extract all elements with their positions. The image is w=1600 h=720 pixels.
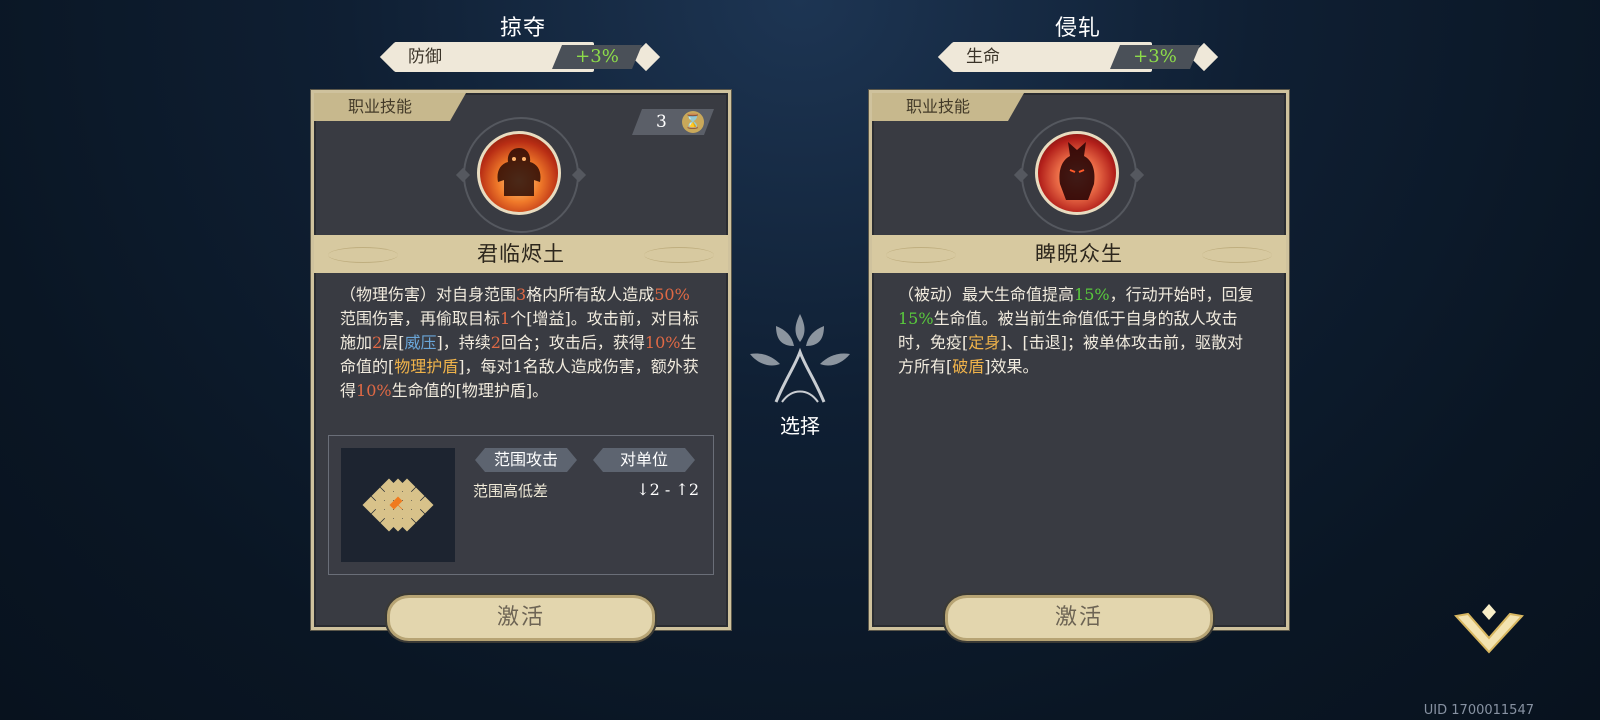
cooldown-value: 3 [656, 112, 667, 132]
right-activate-button[interactable]: 激活 [945, 595, 1213, 641]
left-stat-bar: 防御 +3% [379, 42, 661, 72]
left-desc-fragment: 2 [372, 333, 383, 352]
range-grid [341, 448, 455, 562]
tree-emblem-icon [750, 314, 850, 403]
choose-label: 选择 [780, 414, 820, 438]
left-desc-fragment: 10% [644, 333, 681, 352]
right-desc-fragment: 破盾 [952, 357, 985, 376]
left-skill-portrait-frame [455, 117, 587, 233]
left-desc-fragment: ]，持续 [436, 333, 491, 352]
right-card-tag: 职业技能 [872, 93, 1024, 121]
cooldown-counter: 3 ⌛ [632, 109, 714, 135]
left-desc-fragment: 回合；攻击后，获得 [500, 333, 645, 352]
left-desc-fragment: （物理伤害）对自身范围 [340, 285, 517, 304]
left-desc-fragment: 威压 [404, 333, 437, 352]
right-desc-fragment: （被动）最大生命值提高 [898, 285, 1075, 304]
left-desc-fragment: 生命值的[物理护盾]。 [391, 381, 549, 400]
left-desc-fragment: 50% [654, 285, 690, 304]
chevron-down-icon[interactable] [1454, 602, 1524, 658]
range-tag-area: 范围攻击 [475, 448, 577, 472]
left-activate-button[interactable]: 激活 [387, 595, 655, 641]
right-desc-fragment: ]效果。 [984, 357, 1039, 376]
right-stat-value: +3% [1110, 45, 1200, 69]
right-skill-description: （被动）最大生命值提高15%，行动开始时，回复15%生命值。被当前生命值低于自身… [898, 283, 1258, 423]
range-info-box: 范围攻击 对单位 范围高低差 ↓2 - ↑2 [328, 435, 714, 575]
right-desc-fragment: 15% [1074, 285, 1110, 304]
left-desc-fragment: 1 [500, 309, 511, 328]
left-desc-fragment: 物理护盾 [394, 357, 459, 376]
range-height-value: ↓2 - ↑2 [636, 480, 699, 499]
right-desc-fragment: 15% [898, 309, 934, 328]
left-desc-fragment: 2 [490, 333, 501, 352]
right-option-title: 侵轧 [1054, 16, 1101, 41]
left-desc-fragment: 格内所有敌人造成 [526, 285, 655, 304]
right-skill-name: 睥睨众生 [872, 235, 1286, 273]
left-option-title: 掠夺 [499, 16, 546, 41]
right-stat-bar: 生命 +3% [937, 42, 1219, 72]
user-id-label: UID 1700011547 [1423, 703, 1534, 718]
left-stat-value: +3% [552, 45, 642, 69]
left-card-tag: 职业技能 [314, 93, 466, 121]
left-desc-fragment: 3 [516, 285, 527, 304]
right-skill-portrait-frame [1013, 117, 1145, 233]
hourglass-icon: ⌛ [682, 111, 704, 133]
left-skill-name: 君临烬土 [314, 235, 728, 273]
left-skill-description: （物理伤害）对自身范围3格内所有敌人造成50%范围伤害，再偷取目标1个[增益]。… [340, 283, 700, 423]
left-desc-fragment: 10% [356, 381, 392, 400]
left-skill-card[interactable]: 职业技能 3 ⌛ 君临烬土 （物理伤害）对自身范围3格内所有敌人造成50%范围伤… [311, 90, 731, 641]
right-desc-fragment: ，行动开始时，回复 [1109, 285, 1254, 304]
right-skill-card[interactable]: 职业技能 睥睨众生 （被动）最大生命值提高15%，行动开始时，回复15%生命值。… [869, 90, 1289, 641]
right-desc-fragment: 定身 [968, 333, 1001, 352]
right-skill-portrait [1035, 131, 1119, 215]
left-desc-fragment: 层[ [382, 333, 405, 352]
left-skill-portrait [477, 131, 561, 215]
range-height-label: 范围高低差 [473, 482, 549, 500]
range-tag-target: 对单位 [593, 448, 695, 472]
left-desc-fragment: 范围伤害，再偷取目标 [340, 309, 501, 328]
